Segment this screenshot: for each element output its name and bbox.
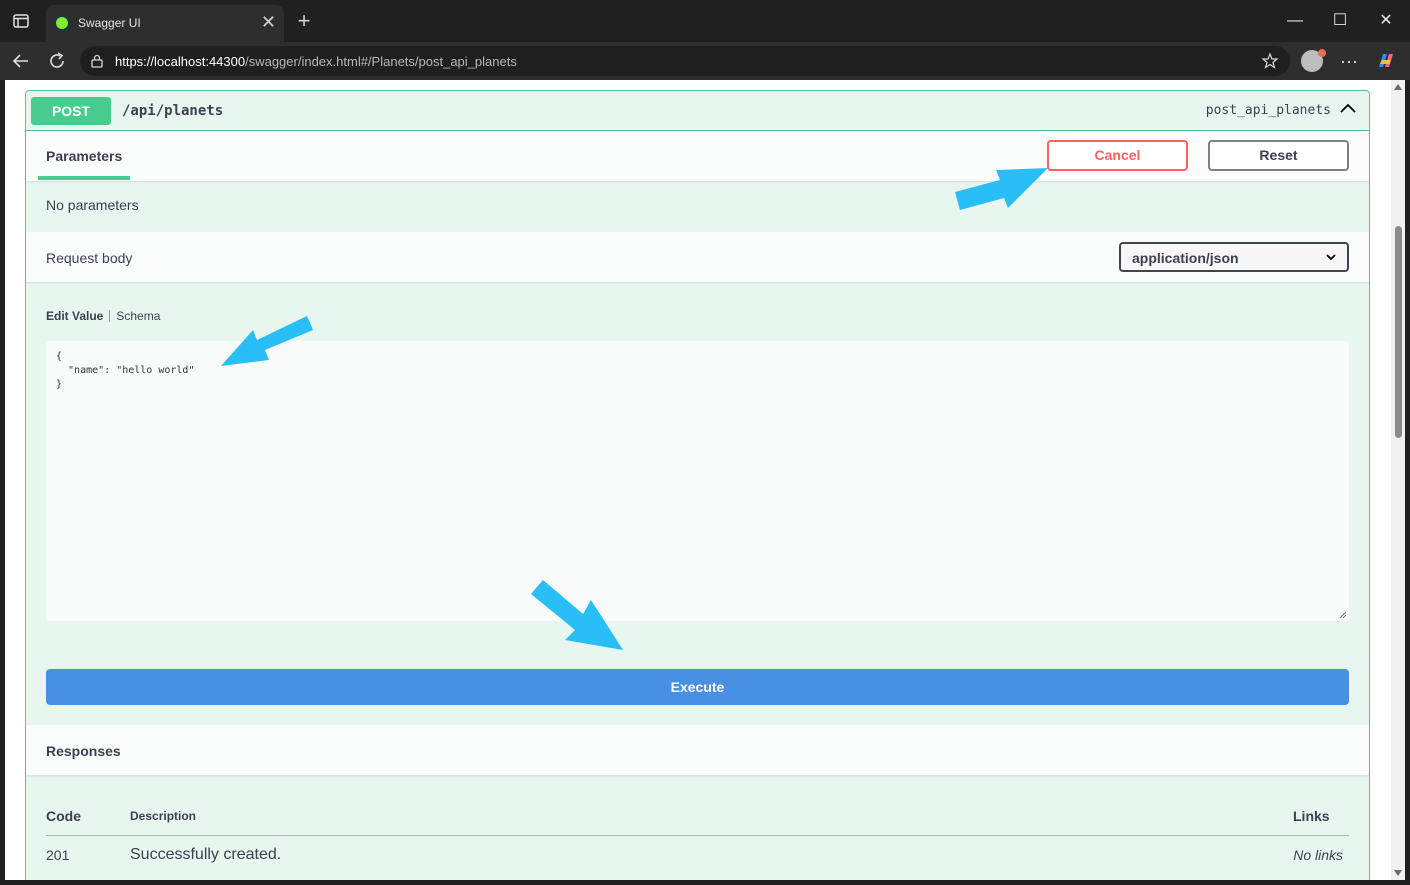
request-body-value[interactable]: { "name": "hello world" } [56,350,194,392]
reset-button[interactable]: Reset [1208,140,1349,171]
responses-title: Responses [46,743,121,759]
body-view-tabs: Edit Value Schema [46,309,160,323]
tab-schema[interactable]: Schema [116,309,160,323]
page-viewport: POST /api/planets post_api_planets Param… [5,80,1391,880]
column-description: Description [130,809,197,823]
scroll-down-icon[interactable] [1394,870,1402,876]
tab-parameters[interactable]: Parameters [46,148,122,164]
annotation-arrow-cancel [955,168,1048,210]
browser-titlebar: Swagger UI ✕ + — ☐ ✕ [0,0,1410,42]
tab-close-icon[interactable]: ✕ [261,12,276,32]
responses-table-header: Code Description Links [46,805,1349,836]
execute-button[interactable]: Execute [46,669,1349,705]
maximize-icon[interactable]: ☐ [1326,8,1354,34]
window-close-icon[interactable]: ✕ [1372,8,1400,34]
cancel-button[interactable]: Cancel [1047,140,1188,171]
url-text[interactable]: https://localhost:44300/swagger/index.ht… [115,54,517,69]
scroll-thumb[interactable] [1395,226,1402,438]
lock-icon[interactable] [90,54,104,68]
request-body-label: Request body [46,250,133,266]
column-links: Links [1293,808,1330,824]
back-icon[interactable] [8,48,34,74]
tab-separator [109,310,111,322]
content-type-select[interactable]: application/json [1119,242,1349,272]
more-icon[interactable]: ··· [1336,48,1362,74]
scroll-up-icon[interactable] [1394,84,1402,90]
copilot-icon[interactable] [1375,51,1397,71]
url-host: https://localhost:44300 [115,54,246,69]
browser-tab[interactable]: Swagger UI ✕ [46,5,284,42]
operation-id: post_api_planets [1205,103,1331,118]
operation-summary[interactable]: POST /api/planets post_api_planets [26,91,1369,131]
new-tab-icon[interactable]: + [292,9,316,33]
sidebar-icon[interactable] [8,10,34,32]
method-badge: POST [31,97,111,125]
chevron-down-icon [1326,254,1336,261]
content-type-value: application/json [1132,250,1239,266]
tab-edit-value[interactable]: Edit Value [46,309,103,323]
star-icon[interactable] [1260,51,1280,71]
response-links: No links [1293,847,1343,863]
swagger-favicon [54,15,70,31]
tab-active-indicator [38,176,130,180]
url-path: /swagger/index.html#/Planets/post_api_pl… [245,54,517,69]
annotation-arrow-body [221,316,313,366]
profile-notification-dot [1318,49,1326,57]
parameters-header: Parameters Cancel Reset [26,131,1369,181]
browser-toolbar: https://localhost:44300/swagger/index.ht… [0,42,1410,80]
response-code: 201 [46,847,70,863]
request-body-header: Request body application/json [26,232,1369,282]
annotation-arrow-execute [531,580,623,650]
minimize-icon[interactable]: — [1281,8,1309,34]
tab-title: Swagger UI [78,16,141,30]
page-scrollbar[interactable] [1391,80,1405,880]
chevron-up-icon[interactable] [1339,101,1357,115]
column-code: Code [46,808,81,824]
no-parameters-text: No parameters [46,197,139,213]
resize-grip-icon[interactable] [1339,611,1347,619]
operation-block: POST /api/planets post_api_planets Param… [25,90,1370,880]
request-body-editor[interactable]: { "name": "hello world" } [46,341,1349,621]
refresh-icon[interactable] [44,48,70,74]
operation-path: /api/planets [122,103,224,119]
response-description: Successfully created. [130,846,282,863]
responses-header: Responses [26,725,1369,775]
address-bar[interactable]: https://localhost:44300/swagger/index.ht… [80,46,1290,76]
